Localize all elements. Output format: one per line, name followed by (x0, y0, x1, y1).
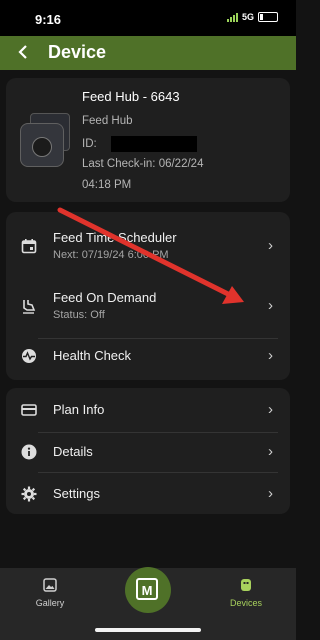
tab-gallery[interactable]: Gallery (22, 578, 78, 608)
logo-m-icon: M (136, 578, 158, 600)
tab-label: Gallery (35, 598, 65, 608)
tab-label: Devices (229, 598, 262, 608)
home-indicator (95, 628, 201, 632)
device-icon (239, 578, 253, 592)
image-icon (43, 578, 57, 592)
annotation-arrow (57, 207, 244, 304)
tab-devices[interactable]: Devices (218, 578, 274, 608)
home-logo-button[interactable]: M (125, 567, 171, 613)
